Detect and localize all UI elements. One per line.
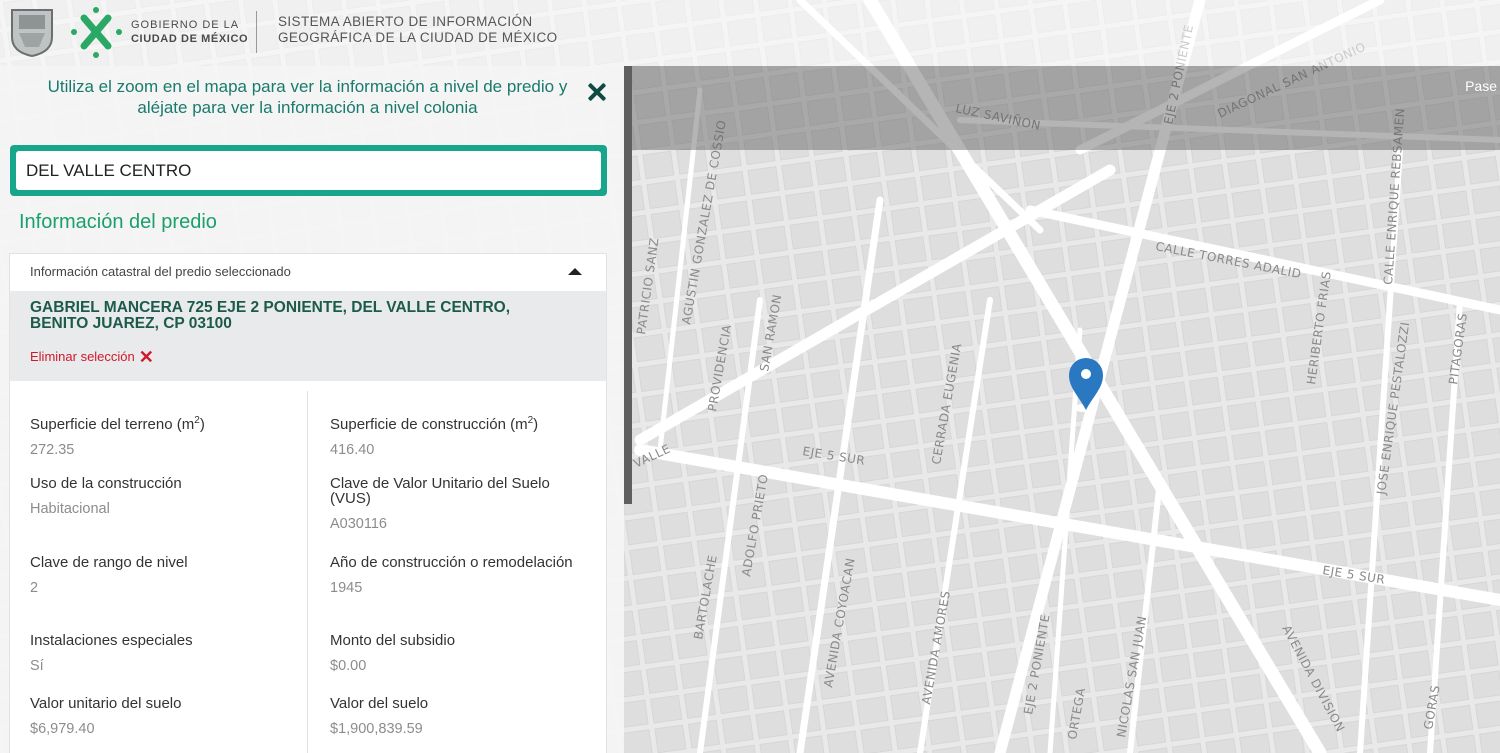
address-box: GABRIEL MANCERA 725 EJE 2 PONIENTE, DEL … bbox=[10, 291, 606, 381]
remove-x-icon: ✕ bbox=[138, 346, 154, 367]
field-valor-suelo: Valor del suelo $1,900,839.59 bbox=[330, 696, 590, 737]
field-valor-unitario: Valor unitario del suelo $6,979.40 bbox=[30, 696, 290, 737]
field-value: $0.00 bbox=[330, 658, 367, 674]
field-value: A030116 bbox=[330, 516, 387, 532]
field-uso-construccion: Uso de la construcción Habitacional bbox=[30, 476, 290, 517]
gov-line-1: GOBIERNO DE LA bbox=[131, 19, 240, 31]
map-overlay-text: Pase bbox=[1465, 78, 1497, 94]
info-panel: Utiliza el zoom en el mapa para ver la i… bbox=[0, 66, 624, 753]
card-header[interactable]: Información catastral del predio selecci… bbox=[10, 254, 606, 291]
field-rango-nivel: Clave de rango de nivel 2 bbox=[30, 555, 290, 596]
header-divider bbox=[256, 11, 257, 53]
field-value: 1945 bbox=[330, 580, 363, 596]
field-label: Valor unitario del suelo bbox=[30, 695, 182, 712]
cdmx-shield-icon bbox=[11, 9, 53, 57]
property-address: GABRIEL MANCERA 725 EJE 2 PONIENTE, DEL … bbox=[30, 299, 511, 332]
field-value: Habitacional bbox=[30, 501, 110, 517]
field-clave-vus: Clave de Valor Unitario del Suelo (VUS) … bbox=[330, 476, 590, 532]
field-subsidio: Monto del subsidio $0.00 bbox=[330, 633, 590, 674]
field-label: Año de construcción o remodelación bbox=[330, 554, 573, 571]
field-label: Superficie del terreno (m2) bbox=[30, 415, 205, 433]
remove-selection-label: Eliminar selección bbox=[30, 349, 135, 364]
map-info-band bbox=[632, 66, 1500, 150]
system-title-line-2: GEOGRÁFICA DE LA CIUDAD DE MÉXICO bbox=[278, 30, 558, 45]
card-title: Información catastral del predio selecci… bbox=[30, 264, 291, 279]
field-superficie-construccion: Superficie de construcción (m2) 416.40 bbox=[330, 413, 590, 458]
search-input[interactable] bbox=[16, 151, 601, 190]
field-value: Sí bbox=[30, 658, 44, 674]
panel-scrollbar[interactable] bbox=[624, 66, 632, 504]
field-label: Clave de Valor Unitario del Suelo (VUS) bbox=[330, 475, 550, 507]
field-value: 2 bbox=[30, 580, 39, 596]
collapse-caret-icon[interactable] bbox=[568, 268, 582, 275]
gov-line-2: CIUDAD DE MÉXICO bbox=[131, 33, 249, 45]
government-label: GOBIERNO DE LA CIUDAD DE MÉXICO bbox=[131, 18, 248, 46]
field-instalaciones: Instalaciones especiales Sí bbox=[30, 633, 290, 674]
cadastral-card: Información catastral del predio selecci… bbox=[9, 253, 607, 753]
zoom-hint: Utiliza el zoom en el mapa para ver la i… bbox=[47, 77, 568, 117]
field-value: 416.40 bbox=[330, 442, 375, 458]
column-divider bbox=[307, 391, 308, 753]
header: GOBIERNO DE LA CIUDAD DE MÉXICO SISTEMA … bbox=[0, 0, 1500, 66]
field-anio-construccion: Año de construcción o remodelación 1945 bbox=[330, 555, 590, 596]
field-label: Valor del suelo bbox=[330, 695, 429, 712]
field-value: $6,979.40 bbox=[30, 721, 95, 737]
search-box bbox=[10, 145, 607, 196]
field-label: Superficie de construcción (m2) bbox=[330, 415, 539, 433]
system-title-line-1: SISTEMA ABIERTO DE INFORMACIÓN bbox=[278, 14, 533, 29]
remove-selection-link[interactable]: Eliminar selección ✕ bbox=[30, 346, 154, 367]
field-label: Clave de rango de nivel bbox=[30, 554, 188, 571]
section-title: Información del predio bbox=[19, 211, 217, 233]
field-label: Monto del subsidio bbox=[330, 632, 456, 649]
field-value: $1,900,839.59 bbox=[330, 721, 423, 737]
field-value: 272.35 bbox=[30, 442, 75, 458]
cdmx-logo-icon bbox=[71, 7, 122, 58]
field-label: Instalaciones especiales bbox=[30, 632, 193, 649]
field-label: Uso de la construcción bbox=[30, 475, 182, 492]
close-panel-icon[interactable] bbox=[585, 80, 609, 104]
field-superficie-terreno: Superficie del terreno (m2) 272.35 bbox=[30, 413, 290, 458]
system-title: SISTEMA ABIERTO DE INFORMACIÓN GEOGRÁFIC… bbox=[278, 14, 558, 46]
